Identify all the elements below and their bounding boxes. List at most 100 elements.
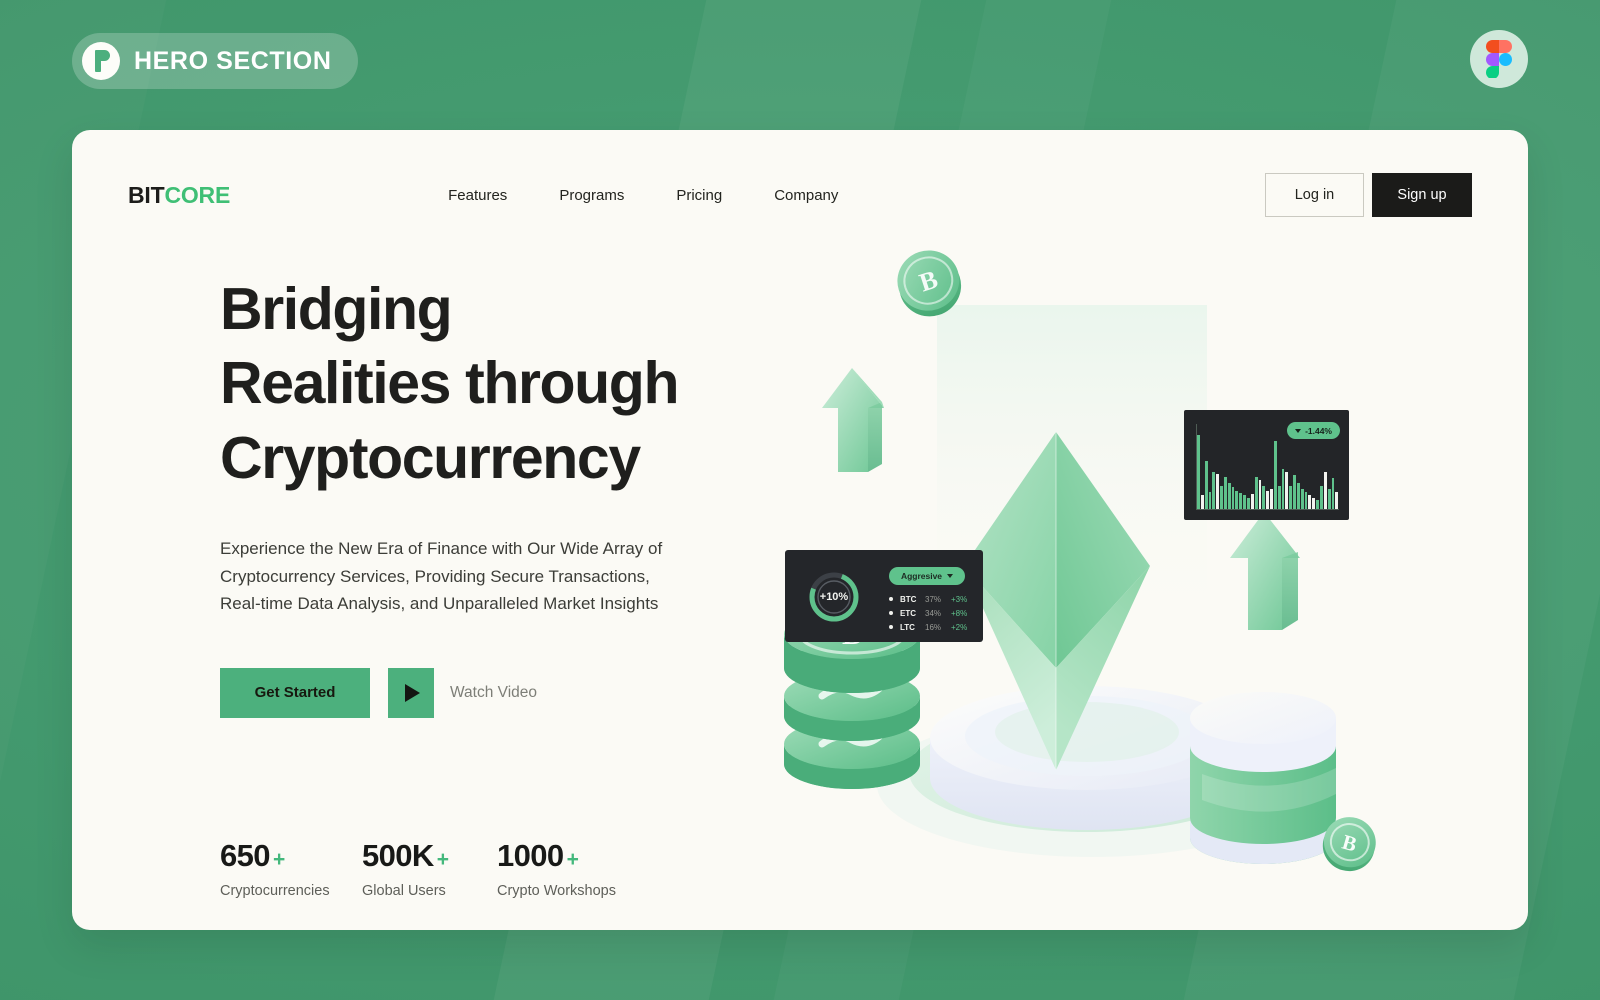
brand-part-1: BIT [128, 181, 165, 208]
chart-bar [1316, 499, 1319, 509]
nav-links: Features Programs Pricing Company [448, 187, 838, 204]
list-item: BTC 37% +3% [889, 592, 967, 606]
asset-change: +3% [951, 594, 968, 604]
asset-allocation: 16% [925, 622, 942, 632]
bullet-icon [889, 597, 893, 601]
watch-video-label[interactable]: Watch Video [450, 684, 537, 702]
hero-content: Bridging Realities through Cryptocurrenc… [220, 272, 820, 899]
chart-bar [1250, 493, 1254, 509]
nav-link-pricing[interactable]: Pricing [676, 187, 722, 204]
play-video-button[interactable] [388, 667, 434, 718]
headline-line-2: Realities through [220, 350, 679, 417]
asset-symbol: ETC [900, 608, 916, 618]
chart-bar [1293, 475, 1296, 509]
chart-bar [1204, 461, 1208, 509]
nav-actions: Log in Sign up [1265, 173, 1472, 217]
change-value: -1.44% [1305, 425, 1332, 436]
stat-plus: + [436, 847, 449, 871]
signup-button[interactable]: Sign up [1372, 173, 1472, 217]
chart-bar [1223, 477, 1227, 509]
hero-section-badge-label: HERO SECTION [134, 46, 332, 75]
asset-symbol: LTC [900, 622, 915, 632]
list-item: LTC 16% +2% [889, 620, 967, 634]
stat-plus: + [566, 847, 579, 871]
bullet-icon [889, 625, 893, 629]
chart-bar [1227, 482, 1231, 509]
play-triangle-icon [404, 683, 420, 702]
chart-bar [1243, 495, 1246, 509]
bullet-icon [889, 611, 893, 615]
chart-bar [1308, 495, 1312, 509]
token-cylinder-icon [1190, 692, 1336, 864]
page-title: Bridging Realities through Cryptocurrenc… [220, 272, 820, 495]
chart-bar [1300, 488, 1304, 509]
chart-bar [1312, 498, 1316, 509]
chart-bar [1246, 498, 1250, 509]
chart-bar [1289, 485, 1293, 509]
up-arrow-3d-icon [1230, 512, 1300, 630]
chart-bar [1335, 492, 1339, 509]
navbar: BITCORE Features Programs Pricing Compan… [72, 130, 1528, 260]
chart-bars [1197, 435, 1339, 509]
chart-bar [1216, 474, 1220, 509]
caret-down-icon [1295, 428, 1302, 433]
chart-bar [1235, 490, 1239, 509]
cta-group: Get Started Watch Video [220, 667, 820, 718]
market-chart-widget: -1.44% [1184, 410, 1349, 520]
stat-label: Global Users [362, 882, 446, 899]
hero-section-badge: HERO SECTION [72, 33, 358, 89]
chart-bar [1197, 435, 1200, 509]
chart-bar [1231, 487, 1235, 509]
list-item: ETC 34% +8% [889, 606, 967, 620]
figma-logo-icon[interactable] [1470, 30, 1528, 88]
up-arrow-3d-icon [822, 368, 884, 472]
hero-card: BITCORE Features Programs Pricing Compan… [72, 130, 1528, 930]
chart-bar [1323, 472, 1327, 509]
chart-bar [1262, 485, 1266, 509]
asset-allocation: 37% [925, 594, 942, 604]
nav-link-programs[interactable]: Programs [559, 187, 624, 204]
chart-bar [1239, 492, 1243, 509]
chart-bar [1258, 479, 1262, 509]
brand-logo[interactable]: BITCORE [128, 182, 230, 209]
chart-bar [1212, 472, 1216, 509]
figma-glyph [1486, 40, 1512, 78]
asset-change: +8% [951, 608, 968, 618]
chart-bar [1331, 478, 1335, 509]
chart-x-axis [1196, 509, 1339, 510]
stat-label: Cryptocurrencies [220, 882, 330, 899]
nav-link-company[interactable]: Company [774, 187, 838, 204]
donut-value-label: +10% [819, 591, 849, 603]
chart-bar [1281, 468, 1285, 509]
stat-plus: + [272, 847, 286, 871]
chart-bar [1296, 482, 1300, 509]
login-button[interactable]: Log in [1265, 173, 1364, 217]
strategy-dropdown[interactable]: Aggresive [889, 567, 965, 585]
stat-item: 500K + Global Users [362, 838, 497, 899]
strategy-label: Aggresive [900, 571, 943, 581]
chart-bar [1273, 441, 1277, 509]
hero-subtitle: Experience the New Era of Finance with O… [220, 538, 663, 614]
stat-value: 500K [362, 837, 434, 873]
stat-label: Crypto Workshops [497, 882, 616, 899]
get-started-button[interactable]: Get Started [220, 667, 370, 718]
chart-bar [1270, 488, 1273, 509]
asset-symbol: BTC [900, 594, 917, 604]
headline-line-3: Cryptocurrency [220, 424, 641, 491]
chart-bar [1208, 492, 1212, 509]
chart-bar [1200, 495, 1204, 509]
asset-change: +2% [951, 622, 968, 632]
chart-bar [1285, 472, 1289, 509]
chart-bar [1266, 491, 1270, 509]
portfolio-widget: +10% Aggresive BTC 37% +3% ETC 34% +8% L… [785, 550, 983, 642]
chart-bar [1304, 492, 1308, 509]
allocation-donut-chart: +10% [807, 570, 861, 624]
stats-row: 650 + Cryptocurrencies 500K + Global Users… [220, 838, 820, 899]
chevron-down-icon [947, 574, 954, 578]
nav-link-features[interactable]: Features [448, 187, 507, 204]
asset-allocation: 34% [925, 608, 942, 618]
bitcore-p-logo-icon [82, 42, 120, 80]
stat-item: 650 + Cryptocurrencies [220, 838, 362, 899]
chart-bar [1277, 485, 1281, 509]
chart-bar [1220, 485, 1223, 509]
